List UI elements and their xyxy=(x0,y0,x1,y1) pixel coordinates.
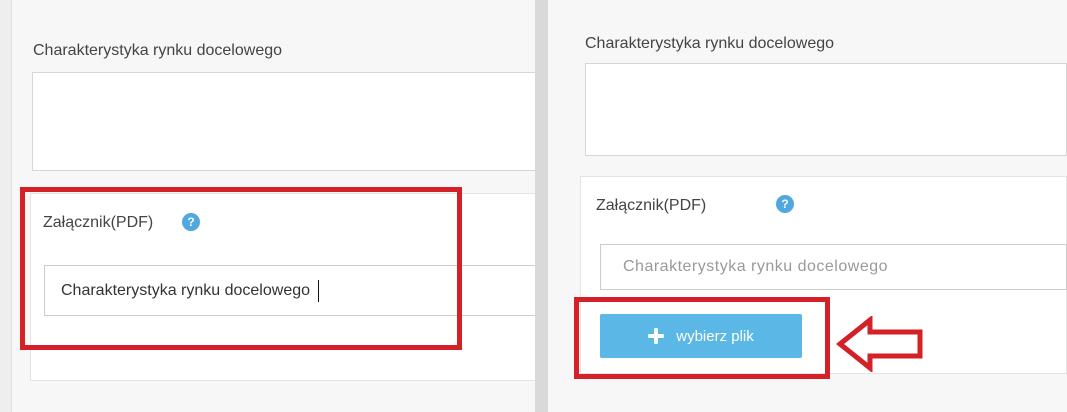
input-placeholder: Charakterystyka rynku docelowego xyxy=(623,258,889,275)
section-label: Charakterystyka rynku docelowego xyxy=(33,42,283,59)
panel-edge xyxy=(0,0,12,412)
description-textarea[interactable] xyxy=(585,63,1067,156)
panel-divider xyxy=(535,0,548,412)
description-textarea[interactable] xyxy=(32,72,540,171)
section-label: Charakterystyka rynku docelowego xyxy=(585,35,835,52)
left-arrow-icon xyxy=(836,316,923,372)
attachment-label: Załącznik(PDF) xyxy=(596,197,707,214)
attachment-name-input[interactable]: Charakterystyka rynku docelowego xyxy=(600,244,1067,290)
right-panel: Charakterystyka rynku docelowego Załączn… xyxy=(548,0,1067,412)
highlight-box-attachment xyxy=(20,187,462,350)
left-panel: Charakterystyka rynku docelowego Załączn… xyxy=(0,0,540,412)
help-icon[interactable]: ? xyxy=(776,195,794,213)
highlight-box-upload xyxy=(574,297,830,379)
